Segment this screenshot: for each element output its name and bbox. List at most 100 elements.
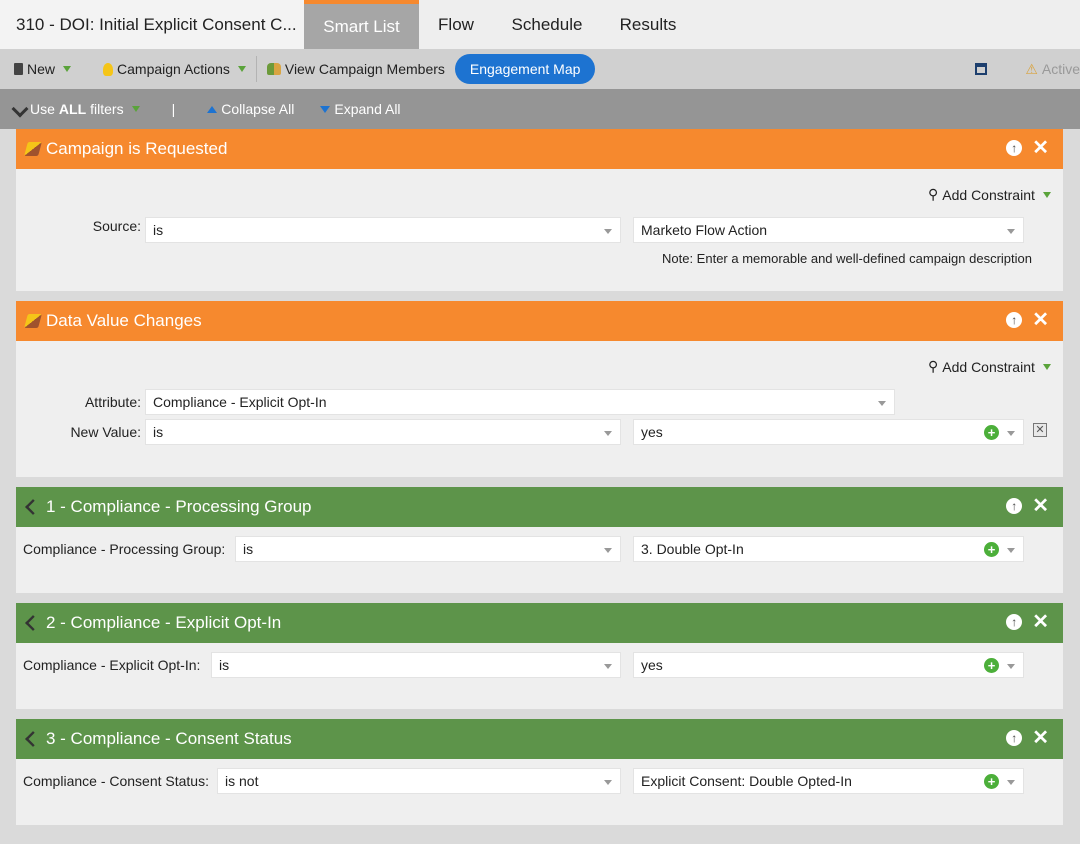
campaign-actions-button[interactable]: Campaign Actions: [97, 61, 252, 77]
engagement-map-button[interactable]: Engagement Map: [454, 54, 596, 84]
filter-icon: ⚲: [928, 186, 939, 202]
close-icon[interactable]: ✕: [1032, 728, 1049, 748]
filter-bar: Use ALL filters | Collapse All Expand Al…: [0, 89, 1080, 129]
add-value-icon[interactable]: +: [984, 774, 999, 789]
collapse-label: Collapse All: [221, 101, 295, 117]
view-campaign-members-button[interactable]: View Campaign Members: [261, 61, 451, 77]
block-header: 1 - Compliance - Processing Group ↑ ✕: [16, 487, 1063, 527]
block-header: 2 - Compliance - Explicit Opt-In ↑ ✕: [16, 603, 1063, 643]
block-title: 2 - Compliance - Explicit Opt-In: [46, 613, 282, 632]
add-constraint-button[interactable]: ⚲ Add Constraint: [928, 358, 1051, 375]
operator-select[interactable]: is: [145, 217, 621, 243]
filter-processing-group: 1 - Compliance - Processing Group ↑ ✕ Co…: [16, 487, 1063, 593]
filter-icon: [25, 731, 41, 747]
dropdown-arrow-icon: [1042, 363, 1051, 370]
campaign-actions-label: Campaign Actions: [117, 61, 230, 77]
dropdown-arrow-icon: [237, 66, 246, 72]
dropdown-arrow-icon: [131, 106, 140, 112]
filter-row: Compliance - Processing Group:: [23, 541, 225, 557]
operator-value: is not: [225, 773, 259, 789]
value-select[interactable]: Explicit Consent: Double Opted-In +: [633, 768, 1024, 794]
chevron-down-icon: [1007, 229, 1015, 234]
filter-row: Compliance - Consent Status:: [23, 773, 209, 789]
attribute-select[interactable]: Compliance - Explicit Opt-In: [145, 389, 895, 415]
value-text: Explicit Consent: Double Opted-In: [641, 773, 852, 789]
move-up-icon[interactable]: ↑: [1006, 498, 1023, 514]
new-menu-button[interactable]: New: [8, 61, 77, 77]
trigger-data-value-changes: Data Value Changes ↑ ✕ ⚲ Add Constraint …: [16, 301, 1063, 477]
close-icon[interactable]: ✕: [1032, 138, 1049, 158]
move-up-icon[interactable]: ↑: [1006, 614, 1023, 630]
field-label: Compliance - Processing Group:: [23, 541, 226, 557]
block-title: 1 - Compliance - Processing Group: [46, 497, 312, 516]
window-icon: [975, 63, 988, 75]
attribute-row: Attribute:: [16, 394, 141, 410]
lightbulb-icon: [103, 62, 114, 76]
field-label: Source:: [92, 218, 141, 234]
close-icon[interactable]: ✕: [1032, 310, 1049, 330]
value-select[interactable]: yes +: [633, 419, 1024, 445]
block-header: 3 - Compliance - Consent Status ↑ ✕: [16, 719, 1063, 759]
value-text: yes: [641, 657, 663, 673]
chevron-down-icon: [1007, 431, 1015, 436]
close-icon[interactable]: ✕: [1032, 612, 1049, 632]
status-indicator: ⚠ Active: [1019, 61, 1080, 78]
expand-all-button[interactable]: Expand All: [314, 101, 406, 117]
operator-select[interactable]: is: [211, 652, 621, 678]
field-label: New Value:: [70, 424, 141, 440]
block-title: Campaign is Requested: [46, 139, 228, 158]
value-text: Marketo Flow Action: [641, 222, 768, 238]
value-select[interactable]: yes +: [633, 652, 1024, 678]
operator-select[interactable]: is: [235, 536, 621, 562]
value-text: 3. Double Opt-In: [641, 541, 744, 557]
add-constraint-label: Add Constraint: [942, 358, 1035, 375]
operator-select[interactable]: is not: [217, 768, 621, 794]
new-value-row: New Value:: [16, 424, 141, 440]
move-up-icon[interactable]: ↑: [1006, 140, 1023, 156]
tab-smart-list[interactable]: Smart List: [304, 0, 419, 49]
use-filters-dropdown[interactable]: Use ALL filters: [8, 100, 146, 118]
window-button[interactable]: [969, 63, 993, 75]
people-icon: [266, 63, 281, 75]
add-value-icon[interactable]: +: [984, 658, 999, 673]
close-icon[interactable]: ✕: [1032, 496, 1049, 516]
chevron-down-icon: [878, 401, 886, 406]
operator-select[interactable]: is: [145, 419, 621, 445]
trigger-campaign-is-requested: Campaign is Requested ↑ ✕ ⚲ Add Constrai…: [16, 129, 1063, 291]
remove-constraint-icon[interactable]: ✕: [1033, 423, 1047, 437]
move-up-icon[interactable]: ↑: [1006, 730, 1023, 746]
tab-flow[interactable]: Flow: [419, 0, 493, 49]
status-label: Active: [1041, 61, 1080, 77]
filter-icon: ⚲: [928, 358, 939, 374]
expand-icon: [320, 105, 331, 113]
chevron-down-icon: [604, 664, 612, 669]
add-value-icon[interactable]: +: [984, 542, 999, 557]
filterbar-divider: |: [171, 101, 176, 117]
chevron-down-icon: [1007, 780, 1015, 785]
attribute-value: Compliance - Explicit Opt-In: [153, 394, 327, 410]
top-tab-bar: 310 - DOI: Initial Explicit Consent C...…: [0, 0, 1080, 49]
add-constraint-button[interactable]: ⚲ Add Constraint: [928, 186, 1051, 203]
campaign-title: 310 - DOI: Initial Explicit Consent C...: [0, 0, 304, 49]
engagement-map-wrap: Engagement Map: [451, 54, 600, 84]
value-select[interactable]: 3. Double Opt-In +: [633, 536, 1024, 562]
chevron-down-icon: [604, 431, 612, 436]
collapse-all-button[interactable]: Collapse All: [201, 101, 300, 117]
trigger-icon: [24, 142, 42, 156]
dropdown-arrow-icon: [63, 66, 72, 72]
tab-schedule[interactable]: Schedule: [493, 0, 601, 49]
new-label: New: [27, 61, 56, 77]
add-constraint-label: Add Constraint: [942, 186, 1035, 203]
tab-results[interactable]: Results: [601, 0, 695, 49]
dropdown-arrow-icon: [1042, 191, 1051, 198]
chevron-down-icon: [604, 548, 612, 553]
move-up-icon[interactable]: ↑: [1006, 312, 1023, 328]
field-label: Compliance - Explicit Opt-In:: [23, 657, 201, 673]
add-value-icon[interactable]: +: [984, 425, 999, 440]
value-select[interactable]: Marketo Flow Action: [633, 217, 1024, 243]
toolbar-divider: [255, 56, 257, 82]
operator-value: is: [153, 222, 164, 238]
document-icon: [14, 63, 23, 75]
warning-icon: ⚠: [1025, 60, 1038, 77]
use-suffix: filters: [90, 101, 124, 117]
